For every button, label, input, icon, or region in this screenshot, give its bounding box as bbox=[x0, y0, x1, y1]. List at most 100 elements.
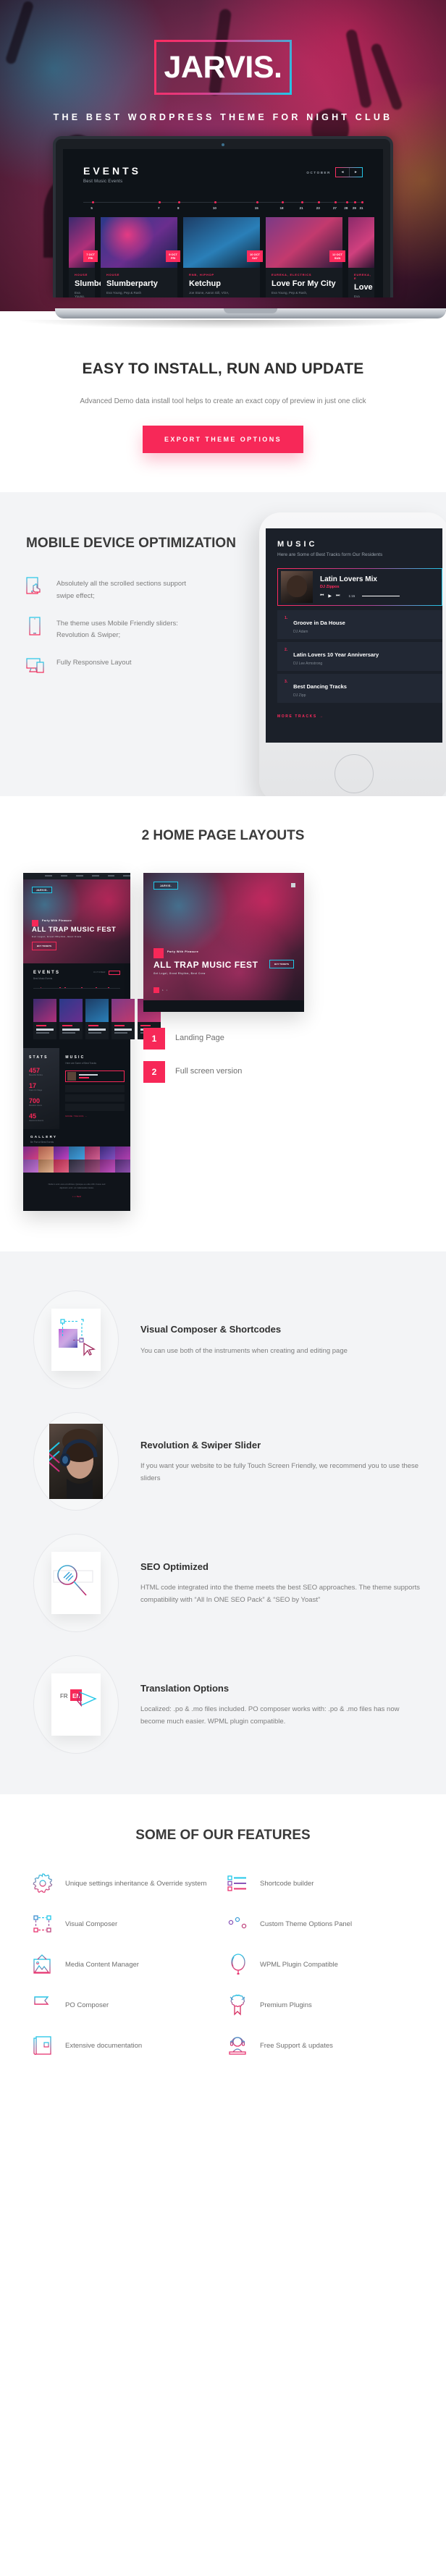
list-item[interactable]: 1. Groove in Da House DJ Adam bbox=[277, 609, 442, 639]
list-item[interactable]: 2 Full screen version bbox=[143, 1060, 423, 1083]
feature-body: HTML code integrated into the theme meet… bbox=[140, 1584, 421, 1604]
event-name: Ketchup bbox=[189, 279, 221, 288]
legend-number: 2 bbox=[143, 1060, 165, 1083]
event-card[interactable]: 9 OCT FRI HOUSE Slumberparty Eva Young, P… bbox=[101, 217, 180, 297]
feature-item-documentation: Extensive documentation bbox=[32, 2035, 219, 2056]
preview-logo: JARVIS. bbox=[32, 886, 52, 893]
events-timeline[interactable]: 5 7 8 10 15 18 21 23 27 28 29 31 bbox=[83, 200, 364, 213]
balloon-icon bbox=[227, 1954, 248, 1975]
events-card-list[interactable]: 7 OCTFRI HOUSE Slumberparty Eva Young, P… bbox=[63, 217, 383, 297]
preview-event-cards bbox=[33, 998, 161, 1039]
phone-mockup: MUSIC Here are Some of Best Tracks form … bbox=[259, 512, 446, 796]
current-track-name: Latin Lovers Mix bbox=[320, 575, 377, 583]
preview-hero-kicker: Party With Pleasure bbox=[167, 950, 199, 953]
music-title: MUSIC bbox=[277, 539, 318, 549]
events-subtitle: Best Music Events bbox=[83, 180, 123, 184]
track-name: Best Dancing Tracks bbox=[293, 683, 347, 690]
event-card[interactable]: 7 OCTFRI HOUSE Slumberparty Eva Young, P… bbox=[69, 217, 126, 297]
feature-item-label: Visual Composer bbox=[65, 1920, 118, 1928]
preview-events-title: EVENTS bbox=[33, 970, 61, 975]
list-item[interactable]: 1 Landing Page bbox=[143, 1027, 423, 1050]
gear-icon bbox=[32, 1872, 54, 1894]
list-item[interactable]: 3. Best Dancing Tracks DJ Zipp bbox=[277, 673, 442, 703]
list-item[interactable]: 2. Latin Lovers 10 Year Anniversary DJ L… bbox=[277, 641, 442, 671]
play-icon[interactable]: ▶ bbox=[328, 594, 332, 599]
laptop-screen: EVENTS Best Music Events OCTOBER ◄ ► 5 7… bbox=[63, 149, 383, 297]
event-card[interactable]: 12 OCT SUN EUREKA, ELECTRICS Love For My … bbox=[266, 217, 345, 297]
feature-item-label: WPML Plugin Compatible bbox=[260, 1960, 338, 1969]
export-theme-options-button[interactable]: EXPORT THEME OPTIONS bbox=[142, 425, 303, 453]
preview-events-sub: Best Music Events bbox=[33, 976, 53, 980]
event-tag: HOUSE bbox=[106, 273, 120, 276]
feature-item-visual-composer: Visual Composer bbox=[32, 1913, 219, 1935]
preview-buy-button[interactable]: BUY TICKETS bbox=[269, 959, 294, 968]
mobile-heading: MOBILE DEVICE OPTIMIZATION bbox=[26, 535, 236, 551]
list-item: Absolutely all the scrolled sections sup… bbox=[26, 577, 239, 601]
preview-hero-fullscreen: JARVIS. Party With Pleasure ALL TRAP MUS… bbox=[143, 872, 304, 1000]
event-date-badge: 9 OCT FRI bbox=[166, 250, 180, 262]
skip-forward-icon[interactable]: ⏭ bbox=[336, 594, 340, 599]
features-grid-section: SOME OF OUR FEATURES Unique settings inh… bbox=[0, 1794, 446, 2099]
timeline-day: 15 bbox=[254, 206, 258, 210]
track-number: 2. bbox=[285, 647, 288, 652]
timeline-day: 5 bbox=[91, 206, 93, 210]
event-artists: Eva Young, Pep & Rash, bbox=[272, 291, 308, 295]
feature-item-label: Unique settings inheritance & Override s… bbox=[65, 1879, 207, 1888]
event-name: Slumberparty bbox=[75, 279, 126, 288]
preview-stats-title: STATS bbox=[29, 1055, 49, 1060]
track-time: 1:15 bbox=[348, 594, 355, 598]
laptop-base bbox=[55, 308, 446, 318]
event-name: Love bbox=[354, 283, 373, 292]
timeline-day: 10 bbox=[212, 206, 216, 210]
list-item-label: Fully Responsive Layout bbox=[56, 659, 132, 667]
chevron-right-icon[interactable]: ► bbox=[349, 168, 362, 177]
laptop-camera-icon bbox=[222, 143, 224, 146]
feature-title: Visual Composer & Shortcodes bbox=[140, 1323, 282, 1335]
album-cover bbox=[281, 570, 313, 603]
music-player[interactable]: Latin Lovers Mix DJ Zippos ⏮ ▶ ⏭ 1:15 bbox=[277, 567, 442, 606]
landing-page-preview[interactable]: JARVIS. Party With Pleasure ALL TRAP MUS… bbox=[23, 872, 161, 1212]
timeline-day: 29 bbox=[352, 206, 356, 210]
event-artists: Eva Young, Pep & Rash bbox=[106, 291, 142, 295]
feature-item-media-manager: Media Content Manager bbox=[32, 1954, 219, 1975]
track-dj: DJ Lee Armstrong bbox=[293, 661, 323, 666]
feature-block-translation: FR EN Translation Options Localized: .po… bbox=[0, 1644, 446, 1765]
more-tracks-link[interactable]: MORE TRACKS → bbox=[277, 714, 442, 719]
event-name: Love For My City bbox=[272, 279, 336, 288]
list-item-label: The theme uses Mobile Friendly sliders: … bbox=[56, 619, 178, 639]
event-name: Slumberparty bbox=[106, 279, 158, 288]
home-layouts-section: 2 HOME PAGE LAYOUTS JARVIS. Party With P… bbox=[0, 795, 446, 1252]
visual-composer-icon bbox=[51, 1309, 101, 1372]
feature-block-visual-composer: Visual Composer & Shortcodes You can use… bbox=[0, 1279, 446, 1401]
event-date-badge: 7 OCT FRI bbox=[83, 250, 98, 262]
tablet-swipe-icon bbox=[26, 577, 45, 596]
smartphone-icon bbox=[26, 617, 45, 635]
event-card[interactable]: 10 OCT SAT RNB, HIPHOP Ketchup Joe Stone,… bbox=[183, 217, 263, 297]
list-item-label: Absolutely all the scrolled sections sup… bbox=[56, 580, 187, 600]
headphones-woman-icon bbox=[49, 1424, 103, 1500]
events-month-nav[interactable]: ◄ ► bbox=[335, 167, 363, 177]
feature-body: If you want your website to be fully Tou… bbox=[140, 1462, 419, 1482]
progress-bar[interactable] bbox=[362, 595, 400, 597]
event-card[interactable]: EUREKA, E Love Eva Young, INFO bbox=[348, 217, 374, 297]
timeline-day: 28 bbox=[344, 206, 348, 210]
feature-title: Translation Options bbox=[140, 1682, 230, 1694]
event-tag: RNB, HIPHOP bbox=[189, 273, 215, 276]
event-date-badge: 12 OCT SUN bbox=[329, 250, 345, 262]
preview-hero-title: ALL TRAP MUSIC FEST bbox=[153, 959, 258, 970]
feature-item-wpml: WPML Plugin Compatible bbox=[227, 1954, 414, 1975]
chevron-left-icon[interactable]: ◄ bbox=[336, 168, 349, 177]
feature-item-theme-options-panel: Custom Theme Options Panel bbox=[227, 1913, 414, 1935]
skip-back-icon[interactable]: ⏮ bbox=[320, 594, 324, 599]
home-button-icon[interactable] bbox=[334, 753, 374, 793]
sliders-icon bbox=[227, 1913, 248, 1935]
legend-label: Landing Page bbox=[175, 1034, 224, 1043]
timeline-day: 23 bbox=[316, 206, 320, 210]
preview-hero-kicker: Party With Pleasure bbox=[42, 919, 72, 922]
feature-body: You can use both of the instruments when… bbox=[140, 1346, 348, 1355]
feature-item-unique-settings: Unique settings inheritance & Override s… bbox=[32, 1872, 219, 1894]
preview-buy-button[interactable]: BUY TICKETS bbox=[32, 941, 56, 950]
install-section: EASY TO INSTALL, RUN AND UPDATE Advanced… bbox=[0, 329, 446, 492]
fullscreen-page-preview[interactable]: JARVIS. Party With Pleasure ALL TRAP MUS… bbox=[143, 872, 304, 1012]
feature-item-premium-plugins: Premium Plugins bbox=[227, 1994, 414, 2016]
